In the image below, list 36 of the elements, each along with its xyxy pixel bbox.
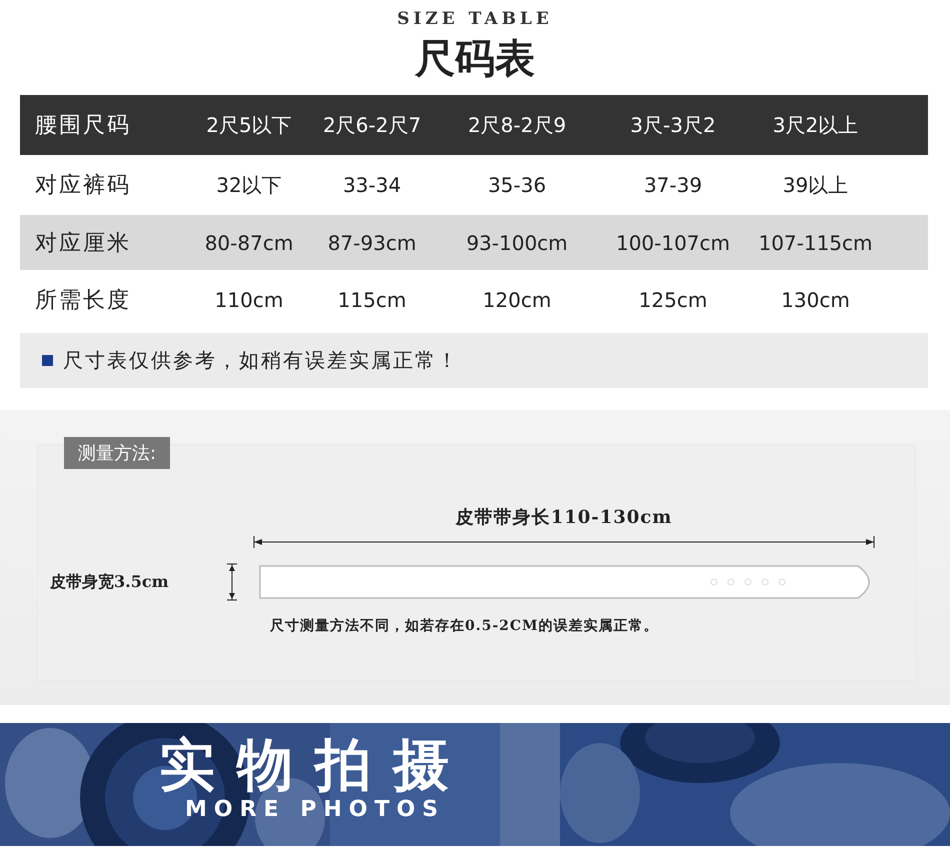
table-cell: 93-100cm (466, 230, 568, 254)
table-cell: 3尺2以上 (772, 112, 858, 138)
table-cell: 115cm (338, 288, 406, 312)
table-cell: 32以下 (216, 172, 282, 198)
table-cell: 120cm (482, 288, 552, 312)
table-cell: 39以上 (782, 172, 848, 198)
table-cell: 107-115cm (758, 230, 873, 254)
table-cell: 2尺8-2尺9 (468, 112, 566, 138)
banner-title: 实物拍摄 (159, 735, 471, 797)
table-cell: 80-87cm (204, 230, 294, 254)
table-cell: 33-34 (342, 173, 402, 197)
table-cell: 110cm (214, 288, 284, 312)
length-arrow-icon (253, 535, 875, 549)
page-title: 尺码表 (415, 34, 535, 84)
square-bullet-icon (42, 355, 53, 366)
row-label: 对应厘米 (34, 230, 131, 258)
section-label: 测量方法: (64, 437, 170, 469)
table-cell: 125cm (638, 288, 708, 312)
width-arrow-icon (226, 563, 238, 601)
table-cell: 3尺-3尺2 (630, 112, 716, 138)
row-label: 所需长度 (34, 287, 131, 315)
row-label: 腰围尺码 (34, 112, 131, 140)
table-cell: 130cm (781, 288, 850, 312)
subtitle: SIZE TABLE (397, 9, 553, 29)
table-cell: 2尺5以下 (206, 112, 292, 138)
table-cell: 87-93cm (328, 230, 416, 254)
measurement-note: 尺寸测量方法不同，如若存在0.5-2CM的误差实属正常。 (270, 618, 659, 634)
length-label: 皮带带身长110-130cm (456, 506, 672, 529)
table-cell: 2尺6-2尺7 (322, 112, 422, 138)
table-cell: 100-107cm (616, 230, 730, 254)
row-label: 对应裤码 (34, 172, 131, 200)
note-text: 尺寸表仅供参考，如稍有误差实属正常！ (63, 347, 459, 374)
banner-subtitle: MORE PHOTOS (184, 796, 445, 822)
table-cell: 35-36 (488, 173, 546, 197)
table-cell: 37-39 (644, 173, 702, 197)
width-label: 皮带身宽3.5cm (50, 572, 170, 592)
